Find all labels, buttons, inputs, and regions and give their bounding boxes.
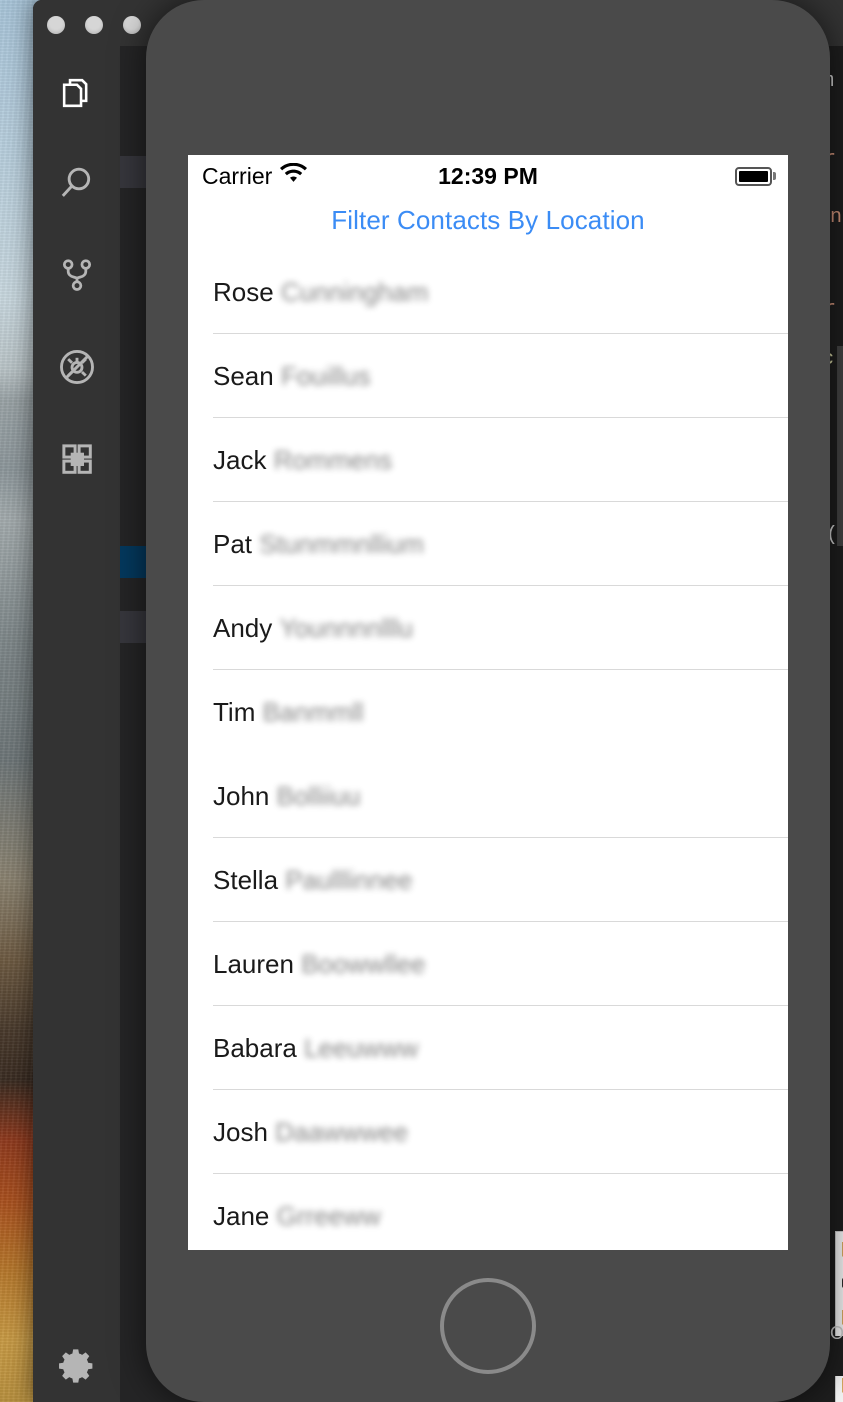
zoom-button[interactable]: [123, 16, 141, 34]
gear-icon: [55, 1344, 99, 1393]
extensions-icon: [56, 438, 98, 480]
contact-row[interactable]: Jack Rommens: [188, 418, 788, 502]
autocomplete-popup[interactable]: [835, 1231, 843, 1402]
activity-item-explorer[interactable]: [33, 58, 120, 128]
battery-full-icon: [735, 166, 776, 186]
contact-last-name-redacted: Boowwllee: [301, 948, 426, 979]
contact-name: Tim Banmmll: [213, 697, 364, 728]
autocomplete-item[interactable]: [836, 1266, 843, 1300]
home-button[interactable]: [440, 1278, 536, 1374]
contact-first-name: Lauren: [213, 948, 302, 979]
contact-last-name-redacted: Banmmll: [262, 696, 364, 727]
contact-name: Stella Paulllinnee: [213, 865, 412, 896]
traffic-lights: [47, 16, 141, 34]
contact-first-name: Babara: [213, 1032, 305, 1063]
contact-first-name: Sean: [213, 360, 281, 391]
contact-last-name-redacted: Fouillus: [280, 360, 371, 391]
contact-name: Lauren Boowwllee: [213, 949, 425, 980]
ios-status-bar: Carrier 12:39 PM: [188, 155, 788, 197]
contact-first-name: Jane: [213, 1200, 277, 1231]
contact-first-name: Tim: [213, 696, 263, 727]
contact-last-name-redacted: Grreeww: [276, 1200, 381, 1231]
status-time: 12:39 PM: [438, 162, 538, 189]
contact-last-name-redacted: Daawwwee: [275, 1116, 409, 1147]
close-button[interactable]: [47, 16, 65, 34]
contact-first-name: Pat: [213, 528, 260, 559]
contact-row[interactable]: Pat Stunmmnllium: [188, 502, 788, 586]
contact-name: Andy Younnnnlllu: [213, 613, 413, 644]
contact-row[interactable]: Babara Leeuwww: [188, 1006, 788, 1090]
contact-last-name-redacted: Bolliiuu: [276, 780, 361, 811]
contact-last-name-redacted: Younnnnlllu: [279, 612, 414, 643]
contact-last-name-redacted: Paulllinnee: [285, 864, 413, 895]
activity-item-search[interactable]: [33, 149, 120, 219]
activity-item-run-and-debug[interactable]: [33, 332, 120, 402]
autocomplete-item[interactable]: [836, 1232, 843, 1266]
contact-first-name: Stella: [213, 864, 286, 895]
contact-first-name: Rose: [213, 276, 281, 307]
contact-name: John Bolliiuu: [213, 781, 360, 812]
contact-name: Josh Daawwwee: [213, 1117, 408, 1148]
contact-first-name: John: [213, 780, 277, 811]
contact-row[interactable]: John Bolliiuu: [188, 754, 788, 838]
contact-first-name: Josh: [213, 1116, 276, 1147]
contact-name: Jack Rommens: [213, 445, 392, 476]
contact-row[interactable]: Rose Cunningham: [188, 250, 788, 334]
contact-last-name-redacted: Cunningham: [280, 276, 429, 307]
screen-root: m r on r c (: [0, 0, 843, 1402]
contact-name: Jane Grreeww: [213, 1201, 381, 1232]
page-title[interactable]: Filter Contacts By Location: [188, 197, 788, 250]
files-explorer-icon: [55, 71, 99, 115]
contact-last-name-redacted: Stunmmnllium: [259, 528, 424, 559]
contact-name: Sean Fouillus: [213, 361, 371, 392]
contact-row[interactable]: Lauren Boowwllee: [188, 922, 788, 1006]
contact-row[interactable]: Josh Daawwwee: [188, 1090, 788, 1174]
contact-last-name-redacted: Rommens: [273, 444, 393, 475]
contact-list: Rose Cunningham Sean Fouillus Jack Rommens…: [188, 250, 788, 1250]
contact-row[interactable]: Stella Paulllinnee: [188, 838, 788, 922]
simulator-screen[interactable]: Carrier 12:39 PM Filter Contacts By Loca…: [188, 155, 788, 1250]
manage-settings-button[interactable]: [33, 1338, 120, 1398]
contact-last-name-redacted: Leeuwww: [304, 1032, 419, 1063]
activity-item-extensions[interactable]: [33, 424, 120, 494]
search-icon: [54, 161, 100, 207]
activity-bar: [33, 46, 120, 1402]
source-control-icon: [55, 253, 99, 297]
run-and-debug-icon: [54, 344, 100, 390]
panel-tab-output[interactable]: Output: [830, 1323, 843, 1344]
contact-first-name: Jack: [213, 444, 274, 475]
contact-row[interactable]: Andy Younnnnlllu: [188, 586, 788, 670]
ios-simulator-window: Carrier 12:39 PM Filter Contacts By Loca…: [146, 0, 830, 1402]
editor-scrollbar[interactable]: [837, 346, 843, 546]
minimize-button[interactable]: [85, 16, 103, 34]
contact-row[interactable]: Jane Grreeww: [188, 1174, 788, 1250]
contact-name: Rose Cunningham: [213, 277, 428, 308]
contact-name: Babara Leeuwww: [213, 1033, 418, 1064]
contact-row[interactable]: Tim Banmmll: [188, 670, 788, 754]
contact-name: Pat Stunmmnllium: [213, 529, 424, 560]
contact-row[interactable]: Sean Fouillus: [188, 334, 788, 418]
contact-first-name: Andy: [213, 612, 280, 643]
activity-item-source-control[interactable]: [33, 240, 120, 310]
